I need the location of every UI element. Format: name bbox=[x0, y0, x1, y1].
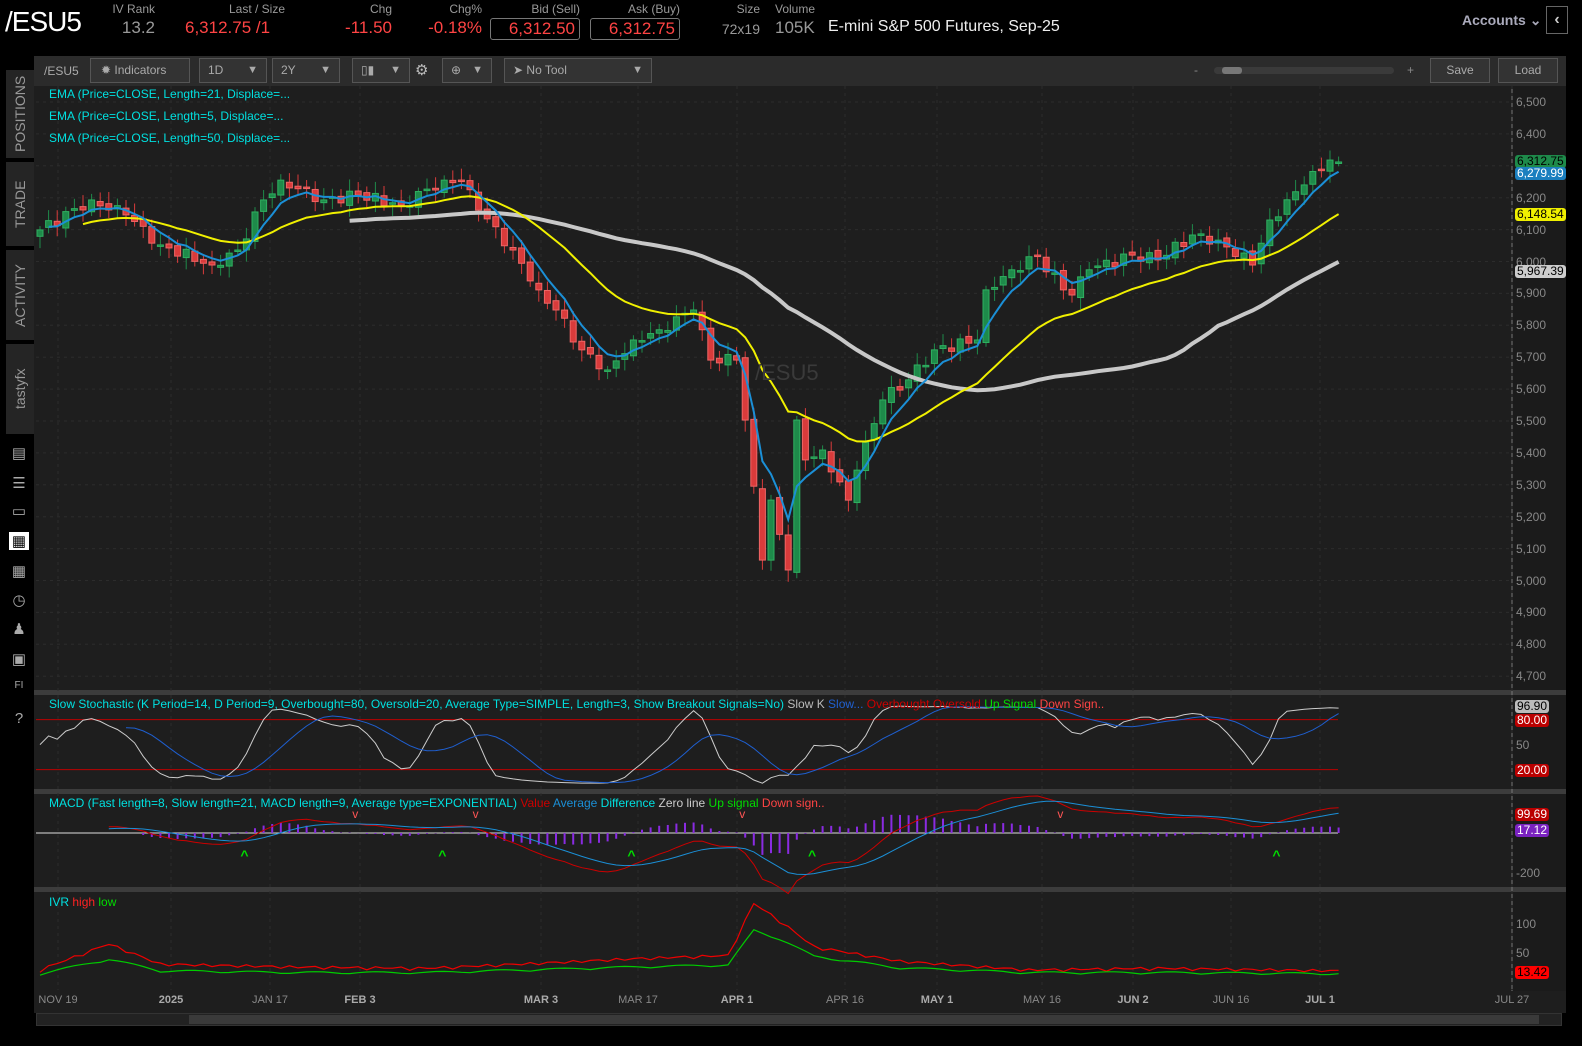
price-tick: 6,500 bbox=[1516, 95, 1547, 109]
ivr-axis-50: 50 bbox=[1516, 946, 1530, 960]
date-tick: NOV 19 bbox=[38, 994, 78, 1006]
price-tick: 5,000 bbox=[1516, 573, 1547, 588]
study-label-ema5[interactable]: EMA (Price=CLOSE, Length=5, Displace=... bbox=[49, 109, 283, 123]
ema5-badge: 6,279.99 bbox=[1515, 166, 1566, 180]
study-label-sma50[interactable]: SMA (Price=CLOSE, Length=50, Displace=..… bbox=[49, 131, 290, 145]
ivr-legend: IVR high low bbox=[49, 895, 116, 909]
price-tick: 6,400 bbox=[1516, 126, 1547, 141]
price-tick: 4,900 bbox=[1516, 605, 1547, 620]
legend-difference: Difference bbox=[600, 796, 656, 810]
legend-zero-line: Zero line bbox=[658, 796, 706, 810]
price-tick: 5,600 bbox=[1516, 382, 1547, 397]
date-tick: MAR 3 bbox=[523, 994, 559, 1006]
pane-separator[interactable] bbox=[34, 887, 1566, 892]
price-tick: 5,500 bbox=[1516, 414, 1547, 428]
stoch-k-badge: 96.90 bbox=[1515, 699, 1550, 713]
price-tick: 6,200 bbox=[1516, 190, 1547, 205]
date-tick: APR 16 bbox=[826, 994, 864, 1006]
legend-value: Value bbox=[520, 796, 551, 810]
down-signal-arrow: v bbox=[1057, 807, 1063, 821]
legend-up-signal: Up Signal bbox=[984, 697, 1037, 711]
up-signal-arrow: ^ bbox=[438, 847, 446, 863]
legend-up-signal: Up signal bbox=[708, 796, 759, 810]
price-tick: 5,800 bbox=[1516, 318, 1547, 333]
scrollbar-thumb[interactable] bbox=[189, 1015, 1539, 1024]
ivr-title: IVR bbox=[49, 895, 70, 909]
date-tick: APR 1 bbox=[720, 994, 754, 1006]
price-tick: 5,300 bbox=[1516, 477, 1547, 492]
legend-slow-d: Slow... bbox=[828, 697, 864, 711]
up-signal-arrow: ^ bbox=[240, 847, 248, 863]
ivr-badge: 13.42 bbox=[1515, 965, 1550, 979]
macd-diff-badge: 17.12 bbox=[1515, 823, 1550, 837]
price-tick: 5,200 bbox=[1516, 509, 1547, 524]
legend-high: high bbox=[72, 895, 96, 909]
candle-down bbox=[758, 479, 766, 570]
sma50-badge: 5,967.39 bbox=[1515, 264, 1566, 278]
stoch-axis-50: 50 bbox=[1516, 738, 1530, 752]
date-tick: JUL 27 bbox=[1494, 994, 1530, 1006]
ema21-badge: 6,148.54 bbox=[1515, 207, 1566, 221]
price-tick: 6,100 bbox=[1516, 222, 1547, 237]
legend-oversold: Oversold bbox=[932, 697, 981, 711]
macd-axis-minus200: -200 bbox=[1516, 866, 1541, 880]
legend-overbought: Overbought bbox=[866, 697, 930, 711]
candle-up bbox=[767, 494, 775, 571]
legend-down-signal: Down sign.. bbox=[761, 796, 825, 810]
price-tick: 5,400 bbox=[1516, 445, 1547, 460]
price-tick: 5,700 bbox=[1516, 350, 1547, 365]
stoch-title: Slow Stochastic (K Period=14, D Period=9… bbox=[49, 697, 784, 711]
date-tick: MAR 17 bbox=[618, 994, 658, 1006]
legend-average: Average bbox=[552, 796, 598, 810]
date-tick: JUN 2 bbox=[1117, 994, 1149, 1006]
candle-down bbox=[741, 351, 749, 432]
horizontal-scrollbar[interactable] bbox=[36, 1013, 1562, 1026]
up-signal-arrow: ^ bbox=[627, 847, 635, 863]
price-tick: 4,800 bbox=[1516, 637, 1547, 652]
price-tick: 5,100 bbox=[1516, 541, 1547, 556]
candle-up bbox=[982, 285, 990, 347]
price-tick: 4,700 bbox=[1516, 669, 1547, 684]
date-tick: JUL 1 bbox=[1305, 994, 1335, 1006]
date-tick: 2025 bbox=[158, 994, 184, 1006]
legend-down-signal: Down Sign.. bbox=[1039, 697, 1105, 711]
study-label-ema21[interactable]: EMA (Price=CLOSE, Length=21, Displace=..… bbox=[49, 87, 290, 101]
overbought-badge: 80.00 bbox=[1515, 713, 1550, 727]
macd-legend: MACD (Fast length=8, Slow length=21, MAC… bbox=[49, 796, 825, 810]
up-signal-arrow: ^ bbox=[1272, 847, 1280, 863]
macd-title: MACD (Fast length=8, Slow length=21, MAC… bbox=[49, 796, 518, 810]
oversold-badge: 20.00 bbox=[1515, 763, 1550, 777]
date-tick: FEB 3 bbox=[344, 994, 376, 1006]
pane-separator[interactable] bbox=[34, 690, 1566, 695]
pane-separator[interactable] bbox=[34, 789, 1566, 794]
macd-value-badge: 99.69 bbox=[1515, 807, 1550, 821]
price-tick: 5,900 bbox=[1516, 286, 1547, 301]
date-tick: JUN 16 bbox=[1212, 994, 1250, 1006]
price-chart[interactable]: ^v^v^v^v^ bbox=[0, 0, 1582, 1046]
up-signal-arrow: ^ bbox=[808, 847, 816, 863]
watermark: /ESU5 bbox=[755, 360, 819, 385]
legend-slow-k: Slow K bbox=[787, 697, 825, 711]
ivr-axis-100: 100 bbox=[1516, 917, 1537, 931]
date-tick: MAY 1 bbox=[920, 994, 954, 1006]
date-tick: JAN 17 bbox=[251, 994, 289, 1006]
legend-low: low bbox=[98, 895, 117, 909]
stoch-legend: Slow Stochastic (K Period=14, D Period=9… bbox=[49, 697, 1104, 711]
date-tick: MAY 16 bbox=[1022, 994, 1062, 1006]
